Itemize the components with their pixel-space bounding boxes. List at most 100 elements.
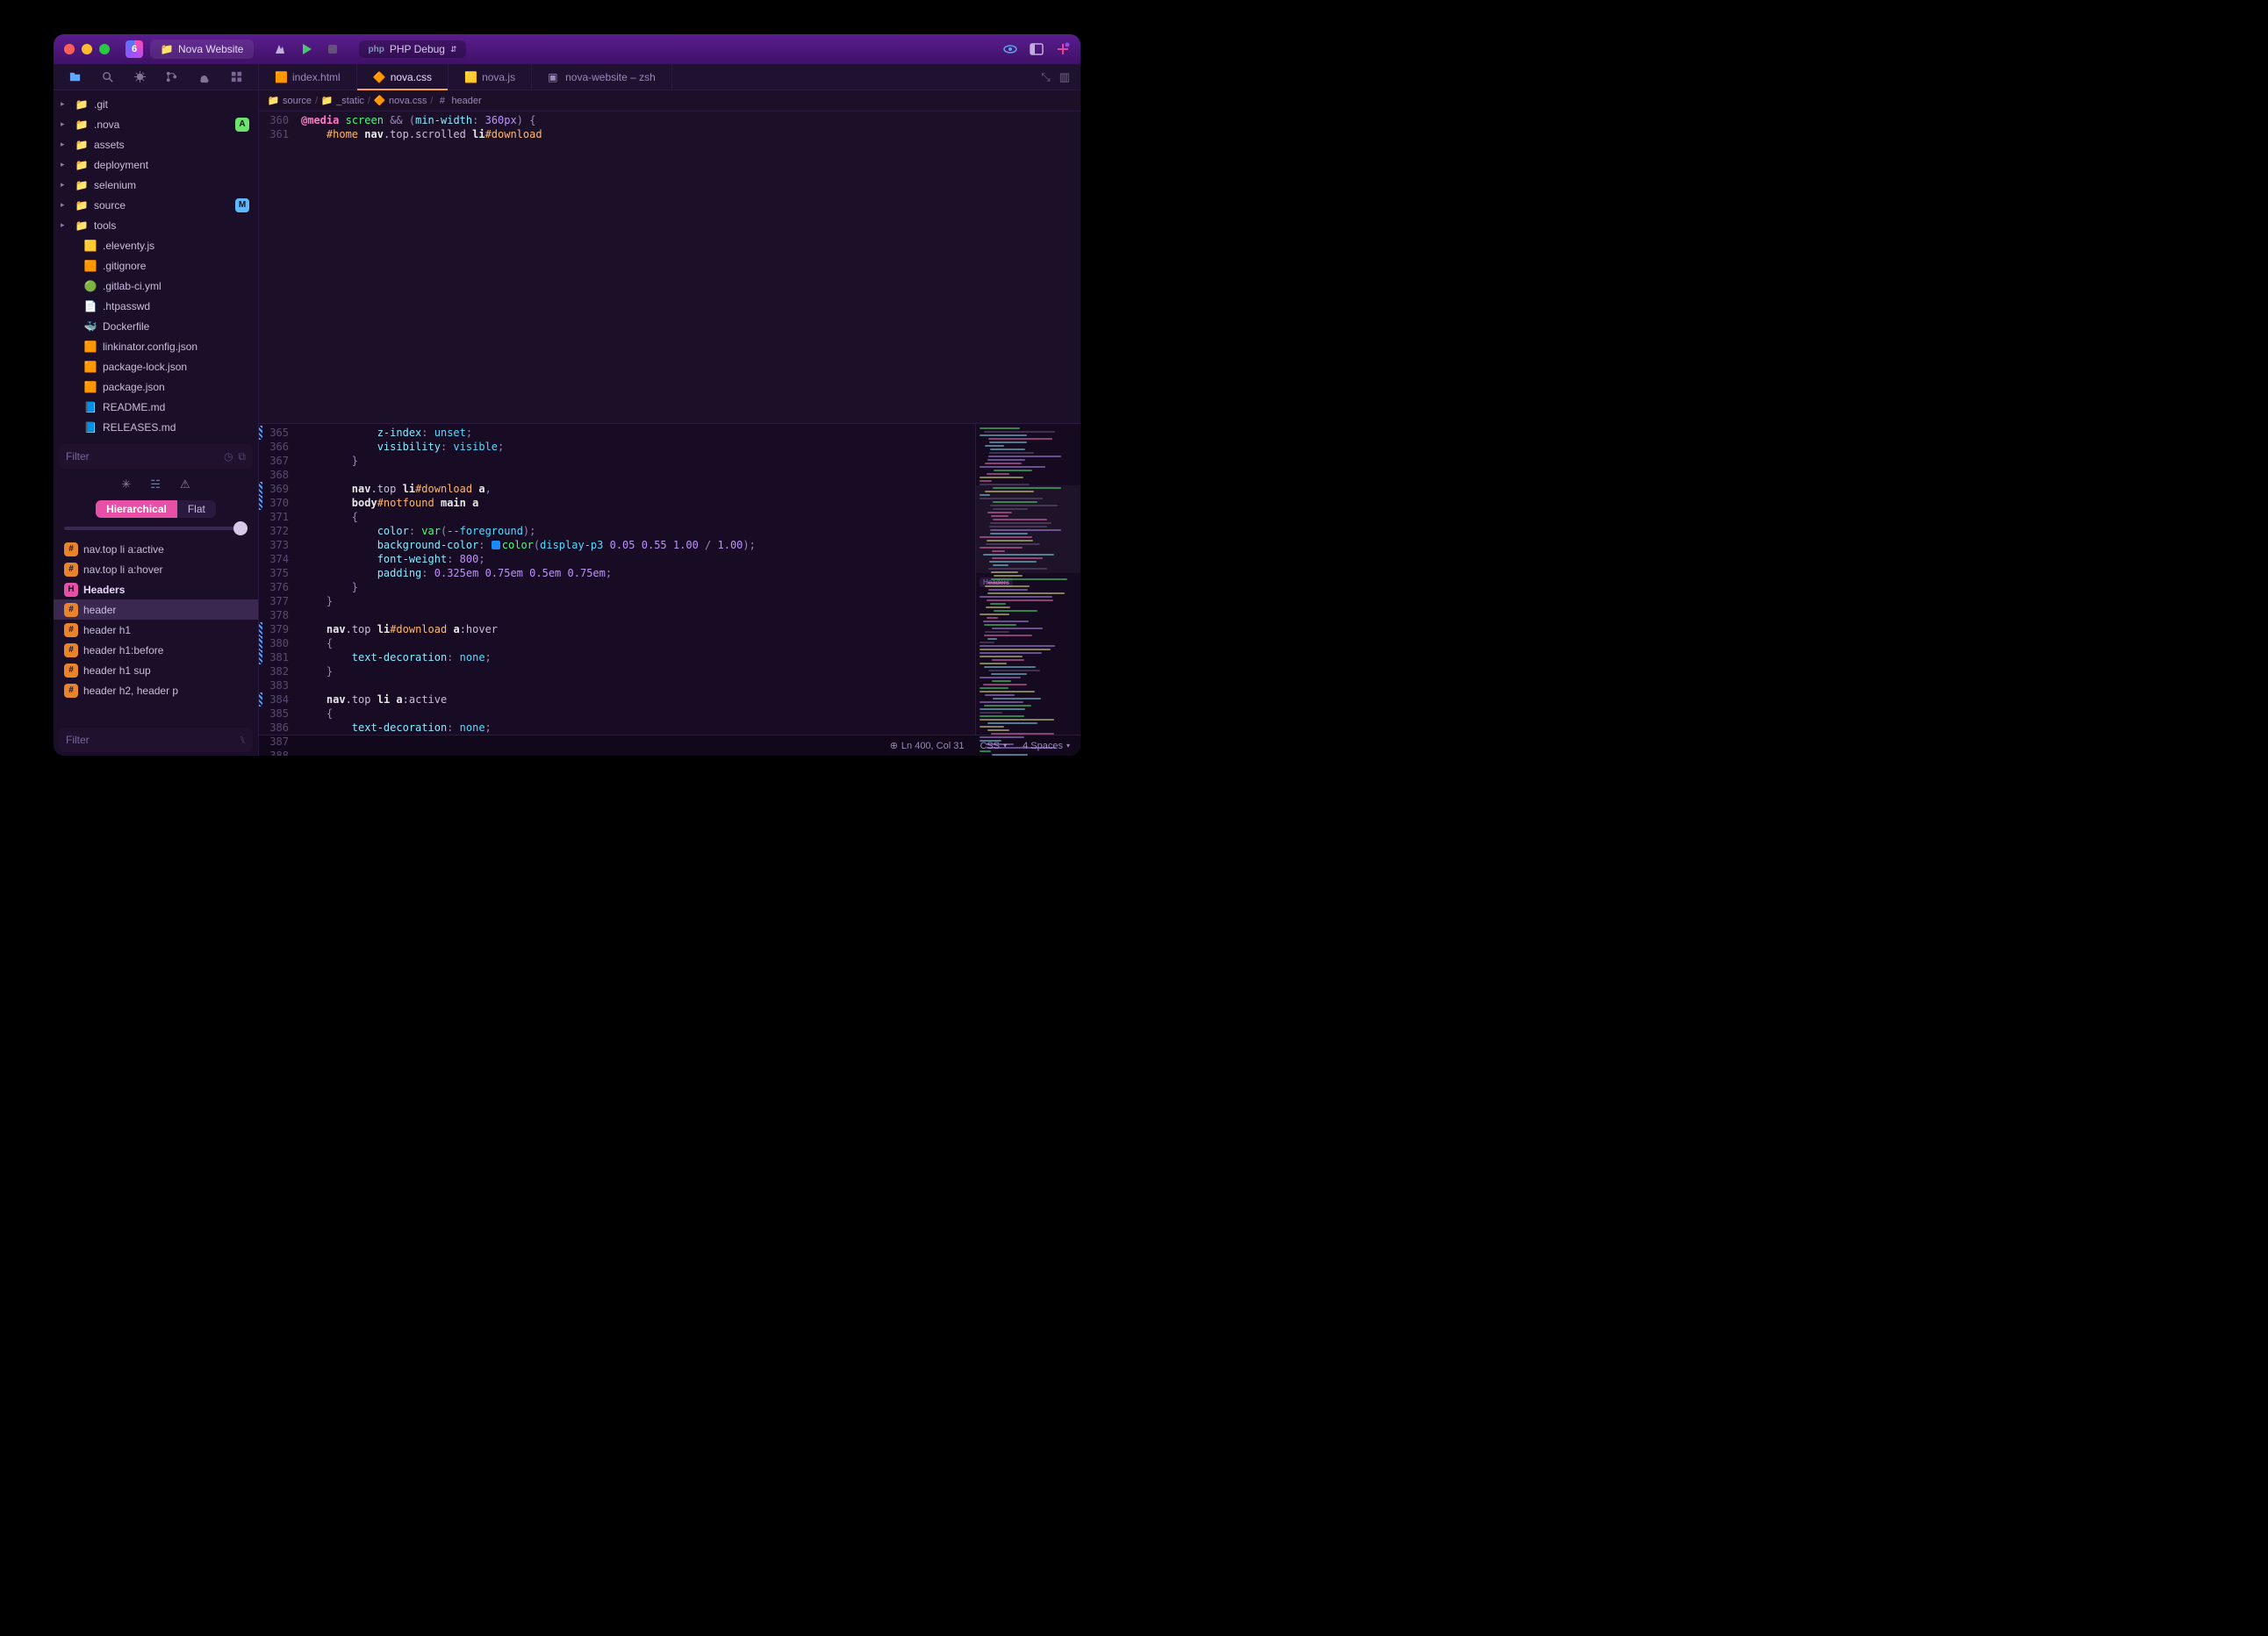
file-tree-row[interactable]: 🟧package-lock.json	[54, 356, 258, 377]
chevron-right-icon[interactable]: ▸	[61, 119, 69, 129]
symbol-row[interactable]: #header h1:before	[54, 640, 258, 660]
build-icon[interactable]	[273, 42, 287, 56]
code-line[interactable]: background-color: color(display-p3 0.05 …	[296, 538, 975, 552]
file-tree-row[interactable]: ▸📁assets	[54, 134, 258, 154]
file-tree-row[interactable]: 📘README.md	[54, 397, 258, 417]
split-icon[interactable]: ⤡	[1041, 70, 1050, 84]
code-line[interactable]	[296, 468, 975, 482]
file-tree-row[interactable]: 🟢.gitlab-ci.yml	[54, 276, 258, 296]
code-line[interactable]: text-decoration: none;	[296, 650, 975, 664]
code-line[interactable]: body#notfound main a	[296, 496, 975, 510]
files-pane-icon[interactable]	[68, 70, 82, 83]
file-tree-row[interactable]: ▸📁selenium	[54, 175, 258, 195]
code-line[interactable]: font-weight: 800;	[296, 552, 975, 566]
breadcrumb-item[interactable]: 🔶nova.css	[374, 95, 427, 106]
zoom-window-button[interactable]	[99, 44, 110, 54]
debug-target-selector[interactable]: php PHP Debug ⇵	[359, 40, 465, 58]
regex-icon[interactable]: ⑊	[240, 734, 246, 746]
code-line[interactable]: }	[296, 580, 975, 594]
breadcrumb-bar[interactable]: 📁source/📁_static/🔶nova.css/#header	[259, 90, 1080, 111]
symbol-row[interactable]: #nav.top li a:hover	[54, 559, 258, 579]
cursor-position[interactable]: ⊕ Ln 400, Col 31	[890, 740, 965, 751]
chevron-right-icon[interactable]: ▸	[61, 220, 69, 230]
symbol-row[interactable]: #header	[54, 599, 258, 620]
file-tree-row[interactable]: 📘RELEASES.md	[54, 417, 258, 437]
add-tab-icon[interactable]	[1056, 42, 1070, 56]
breadcrumb-item[interactable]: 📁source	[268, 95, 312, 106]
file-tree-row[interactable]: 🟧package.json	[54, 377, 258, 397]
search-pane-icon[interactable]	[101, 70, 114, 83]
clock-icon[interactable]: ◷	[224, 450, 233, 463]
code-line[interactable]	[296, 678, 975, 692]
file-filter-input[interactable]: Filter ◷ ⧉	[59, 444, 253, 469]
slider-thumb[interactable]	[233, 521, 248, 535]
symbols-list[interactable]: #nav.top li a:active#nav.top li a:hoverH…	[54, 539, 258, 724]
file-tree-row[interactable]: ▸📁deployment	[54, 154, 258, 175]
file-tree-row[interactable]: 🐳Dockerfile	[54, 316, 258, 336]
code-line[interactable]: {	[296, 510, 975, 524]
symbol-row[interactable]: #header h1	[54, 620, 258, 640]
code-line[interactable]: nav.top li a:active	[296, 692, 975, 707]
symbol-row[interactable]: HHeaders	[54, 579, 258, 599]
minimize-window-button[interactable]	[82, 44, 92, 54]
chevron-right-icon[interactable]: ▸	[61, 140, 69, 149]
file-tree-row[interactable]: ▸📁.git	[54, 94, 258, 114]
code-line[interactable]: nav.top li#download a,	[296, 482, 975, 496]
line-gutter[interactable]: 3653663673683693703713723733743753763773…	[259, 424, 296, 735]
code-view[interactable]: z-index: unset; visibility: visible; } n…	[296, 424, 975, 735]
code-line[interactable]: text-decoration: none;	[296, 721, 975, 735]
code-line[interactable]: {	[296, 636, 975, 650]
star-icon[interactable]: ✳	[121, 477, 131, 492]
preview-icon[interactable]	[1003, 42, 1017, 56]
structure-icon[interactable]: ☵	[150, 477, 161, 492]
symbol-row[interactable]: #header h2, header p	[54, 680, 258, 700]
editor-tab[interactable]: ▣nova-website – zsh	[532, 64, 672, 90]
flat-button[interactable]: Flat	[177, 500, 216, 518]
code-line[interactable]: z-index: unset;	[296, 426, 975, 440]
language-selector[interactable]: CSS ▾	[980, 741, 1007, 751]
hierarchical-button[interactable]: Hierarchical	[96, 500, 177, 518]
symbol-filter-input[interactable]: Filter ⑊	[59, 728, 253, 752]
file-tree-row[interactable]: 🟧linkinator.config.json	[54, 336, 258, 356]
minimap[interactable]: Headers	[975, 424, 1080, 735]
debug-pane-icon[interactable]	[133, 70, 147, 83]
code-line[interactable]: visibility: visible;	[296, 440, 975, 454]
file-tree[interactable]: ▸📁.git▸📁.novaA▸📁assets▸📁deployment▸📁sele…	[54, 90, 258, 441]
file-tree-row[interactable]: ▸📁.novaA	[54, 114, 258, 134]
project-title-button[interactable]: 📁 Nova Website	[150, 39, 254, 59]
close-window-button[interactable]	[64, 44, 75, 54]
chevron-right-icon[interactable]: ▸	[61, 200, 69, 210]
symbol-row[interactable]: #nav.top li a:active	[54, 539, 258, 559]
scm-pane-icon[interactable]	[165, 70, 178, 83]
file-tree-row[interactable]: ▸📁tools	[54, 215, 258, 235]
code-area[interactable]: 3653663673683693703713723733743753763773…	[259, 424, 1080, 735]
scm-icon[interactable]: ⧉	[238, 450, 246, 463]
code-line[interactable]: nav.top li#download a:hover	[296, 622, 975, 636]
editor-tab[interactable]: 🔶nova.css	[357, 64, 449, 90]
clips-pane-icon[interactable]	[230, 70, 243, 83]
symbol-depth-slider[interactable]	[54, 521, 258, 539]
code-line[interactable]: }	[296, 454, 975, 468]
chevron-right-icon[interactable]: ▸	[61, 160, 69, 169]
indent-selector[interactable]: 4 Spaces ▾	[1023, 741, 1070, 751]
code-line[interactable]: }	[296, 594, 975, 608]
stop-icon[interactable]	[326, 42, 340, 56]
code-line[interactable]: color: var(--foreground);	[296, 524, 975, 538]
chevron-right-icon[interactable]: ▸	[61, 180, 69, 190]
panels-icon[interactable]	[1030, 42, 1044, 56]
breadcrumb-item[interactable]: 📁_static	[321, 95, 364, 106]
layout-icon[interactable]: ▥	[1059, 70, 1070, 84]
symbol-row[interactable]: #header h1 sup	[54, 660, 258, 680]
run-icon[interactable]	[299, 42, 313, 56]
file-tree-row[interactable]: 🟧.gitignore	[54, 255, 258, 276]
file-tree-row[interactable]: 📄.htpasswd	[54, 296, 258, 316]
file-tree-row[interactable]: 🟨.eleventy.js	[54, 235, 258, 255]
breadcrumb-item[interactable]: #header	[436, 95, 481, 106]
code-line[interactable]: {	[296, 707, 975, 721]
editor-tab[interactable]: 🟧index.html	[259, 64, 357, 90]
remote-pane-icon[interactable]	[197, 70, 211, 83]
file-tree-row[interactable]: ▸📁sourceM	[54, 195, 258, 215]
code-line[interactable]: padding: 0.325em 0.75em 0.5em 0.75em;	[296, 566, 975, 580]
chevron-right-icon[interactable]: ▸	[61, 99, 69, 109]
code-line[interactable]	[296, 608, 975, 622]
